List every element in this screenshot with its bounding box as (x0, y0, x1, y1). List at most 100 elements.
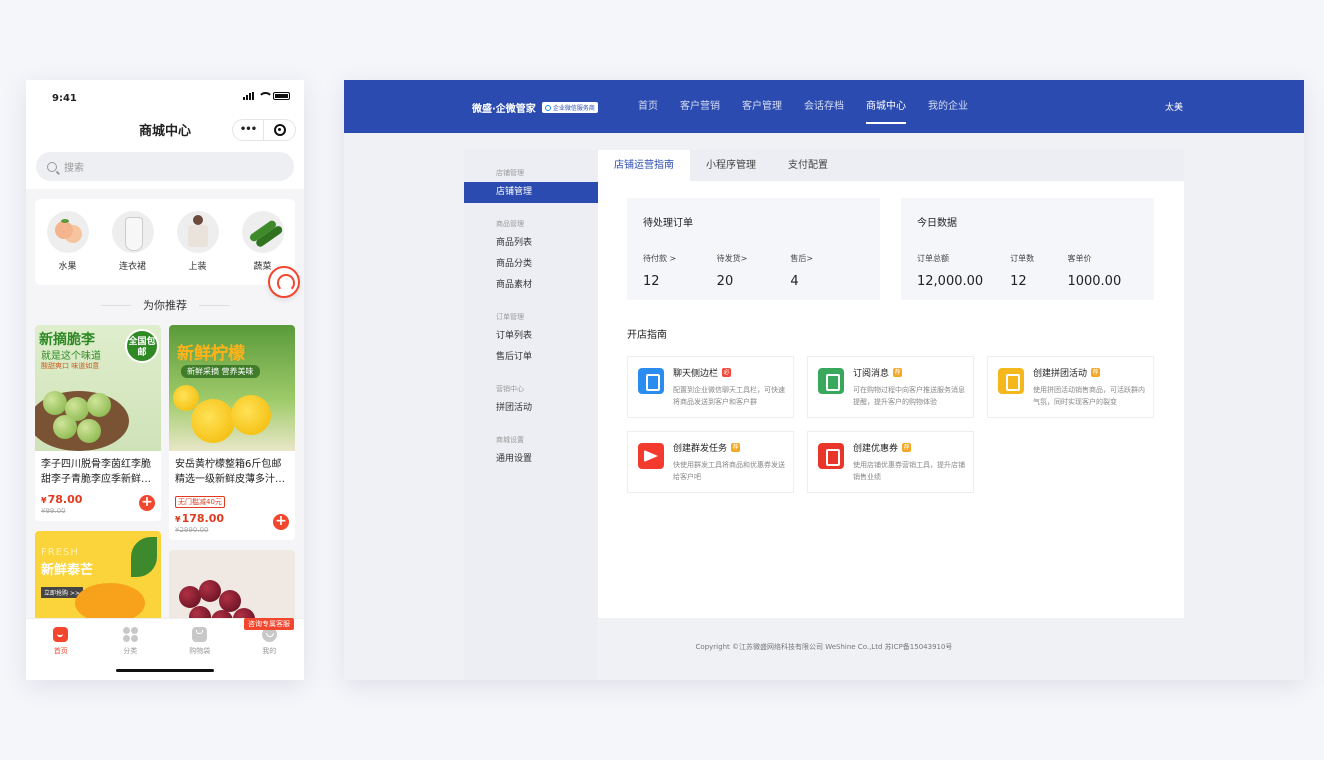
menu-group-title: 商城设置 (496, 436, 524, 444)
guide-card-coupon[interactable]: 创建优惠券荐 使用店铺优惠券营销工具，提升店铺销售业绩 (807, 431, 974, 493)
menu-item-product-list[interactable]: 商品列表 (464, 233, 598, 254)
recommend-title: 为你推荐 (143, 299, 187, 312)
menu-item-product-category[interactable]: 商品分类 (464, 254, 598, 275)
guide-title-text: 创建拼团活动 (1033, 369, 1088, 379)
more-menu-button[interactable]: ••• (233, 120, 264, 140)
menu-group-title: 营销中心 (496, 385, 524, 393)
menu-group-title: 店铺管理 (496, 169, 524, 177)
menu-item-group-buy[interactable]: 拼团活动 (464, 398, 598, 419)
menu-item-order-list[interactable]: 订单列表 (464, 326, 598, 347)
mini-program-navbar: 商城中心 ••• (26, 116, 304, 146)
guide-card-desc: 可在购物过程中向客户推送服务消息提醒，提升客户的购物体验 (853, 386, 965, 406)
customer-service-button[interactable] (268, 266, 300, 298)
guide-card-chat-sidebar[interactable]: 聊天侧边栏必 配置到企业微信聊天工具栏，可快速将商品发送到客户和客户群 (627, 356, 794, 418)
tab-home[interactable]: 首页 (26, 619, 96, 680)
tab-label: 购物袋 (189, 647, 211, 655)
category-fruit[interactable]: 水果 (44, 211, 92, 285)
nav-home[interactable]: 首页 (638, 80, 658, 133)
guide-card-title: 创建拼团活动荐 (1033, 366, 1101, 379)
stat-label: 客单价 (1067, 254, 1092, 263)
stat-value: 12 (1010, 274, 1027, 289)
tab-mini-program[interactable]: 小程序管理 (690, 150, 772, 181)
group-buy-icon (998, 368, 1024, 394)
stat-order-count: 订单数 12 (1010, 253, 1067, 289)
menu-item-product-material[interactable]: 商品素材 (464, 275, 598, 296)
brand-logo[interactable]: 微盛·企微管家 企业微信服务商 (472, 100, 598, 115)
stat-pending-shipment[interactable]: 待发货> 20 (717, 253, 791, 289)
nav-customer-marketing[interactable]: 客户营销 (680, 80, 720, 133)
customer-service-tag[interactable]: 咨询专属客服 (244, 618, 294, 630)
add-to-cart-button[interactable]: + (273, 514, 289, 530)
panel-title: 今日数据 (917, 218, 957, 229)
stat-value: 12,000.00 (917, 274, 984, 289)
menu-item-shop-management[interactable]: 店铺管理 (464, 182, 598, 203)
search-input[interactable]: 搜索 (36, 152, 294, 181)
nav-my-enterprise[interactable]: 我的企业 (928, 80, 968, 133)
stat-pending-payment[interactable]: 待付款 > 12 (643, 253, 717, 289)
home-icon (53, 627, 69, 642)
status-icons (243, 92, 290, 100)
summary-panels: 待处理订单 待付款 > 12 待发货> 20 售后> 4 今日数据 订单总额 1… (598, 181, 1184, 300)
partner-badge: 企业微信服务商 (541, 102, 598, 113)
mango-shape (75, 583, 145, 623)
product-name: 安岳黄柠檬整箱6斤包邮精选一级新鲜皮薄多汁… (175, 459, 285, 485)
stat-label: 售后> (790, 254, 814, 263)
top-clothes-icon (176, 211, 219, 253)
guide-card-group-buy[interactable]: 创建拼团活动荐 使用拼团活动销售商品，可活跃群内气氛，同时实现客户的裂变 (987, 356, 1154, 418)
guide-title-text: 订阅消息 (853, 369, 890, 379)
stat-value: 20 (716, 274, 734, 289)
leaf-shape (131, 537, 157, 577)
mobile-preview: 9:41 商城中心 ••• 搜索 水果 连衣裙 上装 蔬菜 为你推荐 新摘脆李 … (26, 80, 304, 680)
target-icon (273, 124, 286, 136)
tab-payment-config[interactable]: 支付配置 (772, 150, 844, 181)
coupon-badge: 无门槛减40元 (175, 496, 225, 508)
search-placeholder: 搜索 (64, 163, 84, 174)
menu-item-after-sales[interactable]: 售后订单 (464, 347, 598, 368)
banner-tagline: 酸甜爽口 味道如意 (41, 362, 100, 370)
tab-operation-guide[interactable]: 店铺运营指南 (598, 150, 690, 181)
main-content: 店铺运营指南 小程序管理 支付配置 待处理订单 待付款 > 12 待发货> 20 (598, 150, 1184, 618)
close-mini-program-button[interactable] (264, 124, 295, 136)
stat-order-total: 订单总额 12,000.00 (917, 253, 1010, 289)
price-value: 78.00 (47, 493, 83, 506)
guide-title-text: 创建群发任务 (673, 444, 728, 454)
nav-customer-management[interactable]: 客户管理 (742, 80, 782, 133)
nav-chat-archive[interactable]: 会话存档 (804, 80, 844, 133)
sidebar-icon (638, 368, 664, 394)
product-card-lemon[interactable]: 新鲜柠檬 新鲜采摘 营养美味 安岳黄柠檬整箱6斤包邮精选一级新鲜皮薄多汁… 无门… (169, 325, 295, 540)
home-indicator (116, 669, 214, 672)
stat-row: 订单总额 12,000.00 订单数 12 客单价 1000.00 (917, 253, 1138, 289)
product-image: 新鲜柠檬 新鲜采摘 营养美味 (169, 325, 295, 451)
currency-symbol: ¥ (175, 515, 181, 524)
main-nav: 首页 客户营销 客户管理 会话存档 商城中心 我的企业 (638, 80, 990, 133)
lemon-shape (173, 385, 199, 411)
tab-label: 分类 (123, 647, 138, 655)
stat-after-sales[interactable]: 售后> 4 (790, 253, 864, 289)
free-shipping-seal: 全国包邮 (125, 329, 159, 363)
admin-console: 微盛·企微管家 企业微信服务商 首页 客户营销 客户管理 会话存档 商城中心 我… (344, 80, 1304, 680)
home-content: 水果 连衣裙 上装 蔬菜 为你推荐 新摘脆李 就是这个味道 酸甜爽口 味道如意 … (26, 189, 304, 680)
message-icon (818, 368, 844, 394)
category-label: 水果 (58, 262, 77, 272)
product-card-plum[interactable]: 新摘脆李 就是这个味道 酸甜爽口 味道如意 全国包邮 李子四川脱骨李茵红李脆甜李… (35, 325, 161, 521)
tab-label: 首页 (53, 647, 68, 655)
banner-headline: FRESH (41, 547, 79, 558)
user-menu[interactable]: 太美 (1165, 100, 1183, 113)
guide-card-subscribe-message[interactable]: 订阅消息荐 可在购物过程中向客户推送服务消息提醒，提升客户的购物体验 (807, 356, 974, 418)
price-value: 178.00 (181, 512, 225, 525)
cucumber-icon (241, 211, 284, 253)
add-to-cart-button[interactable]: + (139, 495, 155, 511)
category-dress[interactable]: 连衣裙 (109, 211, 157, 285)
stat-row: 待付款 > 12 待发货> 20 售后> 4 (643, 253, 864, 289)
panel-title: 待处理订单 (643, 218, 693, 229)
category-tops[interactable]: 上装 (174, 211, 222, 285)
product-name: 李子四川脱骨李茵红李脆甜李子青脆李应季新鲜… (41, 459, 151, 485)
coupon-icon (818, 443, 844, 469)
copyright-footer: Copyright ©江苏微盛网络科技有限公司 WeShine Co.,Ltd … (695, 643, 953, 651)
menu-item-general-settings[interactable]: 通用设置 (464, 449, 598, 470)
nav-mall-center[interactable]: 商城中心 (866, 80, 906, 133)
status-time: 9:41 (52, 93, 77, 104)
guide-card-mass-send[interactable]: 创建群发任务荐 快使用群发工具将商品和优惠券发送给客户吧 (627, 431, 794, 493)
wifi-icon (258, 92, 273, 100)
capsule-menu: ••• (232, 119, 296, 141)
